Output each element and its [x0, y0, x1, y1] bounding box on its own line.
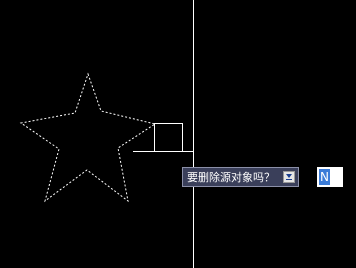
dynamic-input-field[interactable]: N [317, 167, 343, 187]
options-dropdown-button[interactable] [283, 171, 295, 183]
drawing-canvas[interactable]: 要删除源对象吗？ N [0, 0, 356, 268]
down-arrow-icon [286, 174, 292, 180]
input-value[interactable]: N [319, 169, 330, 185]
dynamic-input-prompt: 要删除源对象吗？ [182, 167, 299, 187]
cursor-pickbox [154, 123, 183, 152]
selected-star-shape[interactable] [19, 72, 157, 203]
prompt-text: 要删除源对象吗？ [187, 171, 275, 184]
drawing-area[interactable] [0, 0, 356, 268]
